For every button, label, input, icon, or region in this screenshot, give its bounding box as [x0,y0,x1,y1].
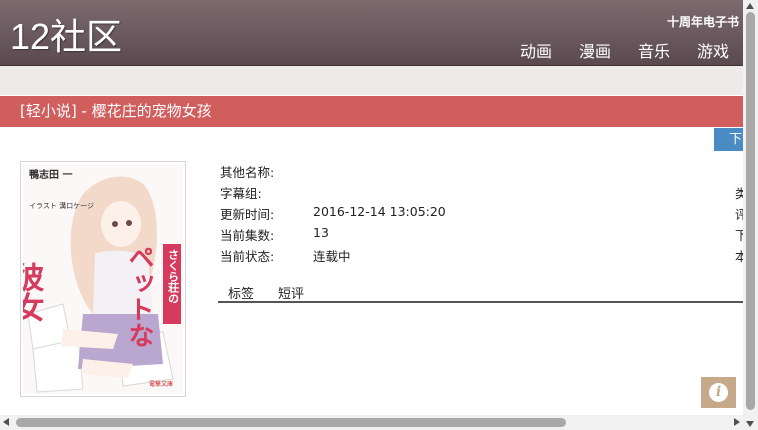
info-icon: i [709,383,728,402]
vertical-scroll-thumb[interactable] [746,12,755,410]
info-label: 当前集数: [220,228,275,243]
cover-image: 鴨志田 一 イラスト 溝口ケージ 彼女 ペットな さくら荘の 電撃文庫 [20,161,186,397]
cover-illustrator: イラスト 溝口ケージ [29,201,94,210]
nav-item-anime[interactable]: 动画 [520,38,552,62]
cover-illustration: 鴨志田 一 イラスト 溝口ケージ 彼女 ペットな さくら荘の 電撃文庫 [23,164,183,394]
info-value: 2016-12-14 13:05:20 [313,204,446,219]
site-header: 12社区 十周年电子书 动画 漫画 音乐 游戏 [0,0,743,66]
vertical-scrollbar[interactable] [743,0,758,430]
page-title: [轻小说] - 樱花庄的宠物女孩 [0,96,743,127]
horizontal-scroll-thumb[interactable] [16,418,566,427]
tab-tags[interactable]: 标签 [228,283,254,302]
nav-item-music[interactable]: 音乐 [638,38,670,62]
info-button[interactable]: i [701,377,736,408]
tab-short-reviews[interactable]: 短评 [278,283,304,302]
info-label: 更新时间: [220,207,275,222]
site-logo[interactable]: 12社区 [10,14,122,60]
nav-item-manga[interactable]: 漫画 [579,38,611,62]
info-label: 其他名称: [220,165,275,180]
main-nav: 动画 漫画 音乐 游戏 [493,38,729,62]
download-button[interactable]: 下载 [714,128,743,151]
detail-tabs: 标签 短评 [218,283,743,303]
cover-title-small: さくら荘の [167,249,180,304]
info-value: 13 [313,225,329,240]
info-label: 当前状态: [220,249,275,264]
cover-publisher: 電撃文庫 [149,380,173,388]
info-value: 连载中 [313,249,351,264]
scroll-up-icon[interactable] [746,3,754,9]
sub-header-band [0,66,743,95]
cover-author: 鴨志田 一 [29,168,72,181]
nav-item-game[interactable]: 游戏 [697,38,729,62]
scroll-left-icon[interactable] [3,418,9,426]
promo-link[interactable]: 十周年电子书 [667,13,739,30]
scroll-down-icon[interactable] [746,421,754,427]
cover-title-kana: ペットな [124,244,154,348]
cover-title-big: 彼女 [23,262,45,322]
scroll-right-icon[interactable] [734,418,740,426]
info-label: 字幕组: [220,186,262,201]
horizontal-scrollbar[interactable] [0,415,743,430]
